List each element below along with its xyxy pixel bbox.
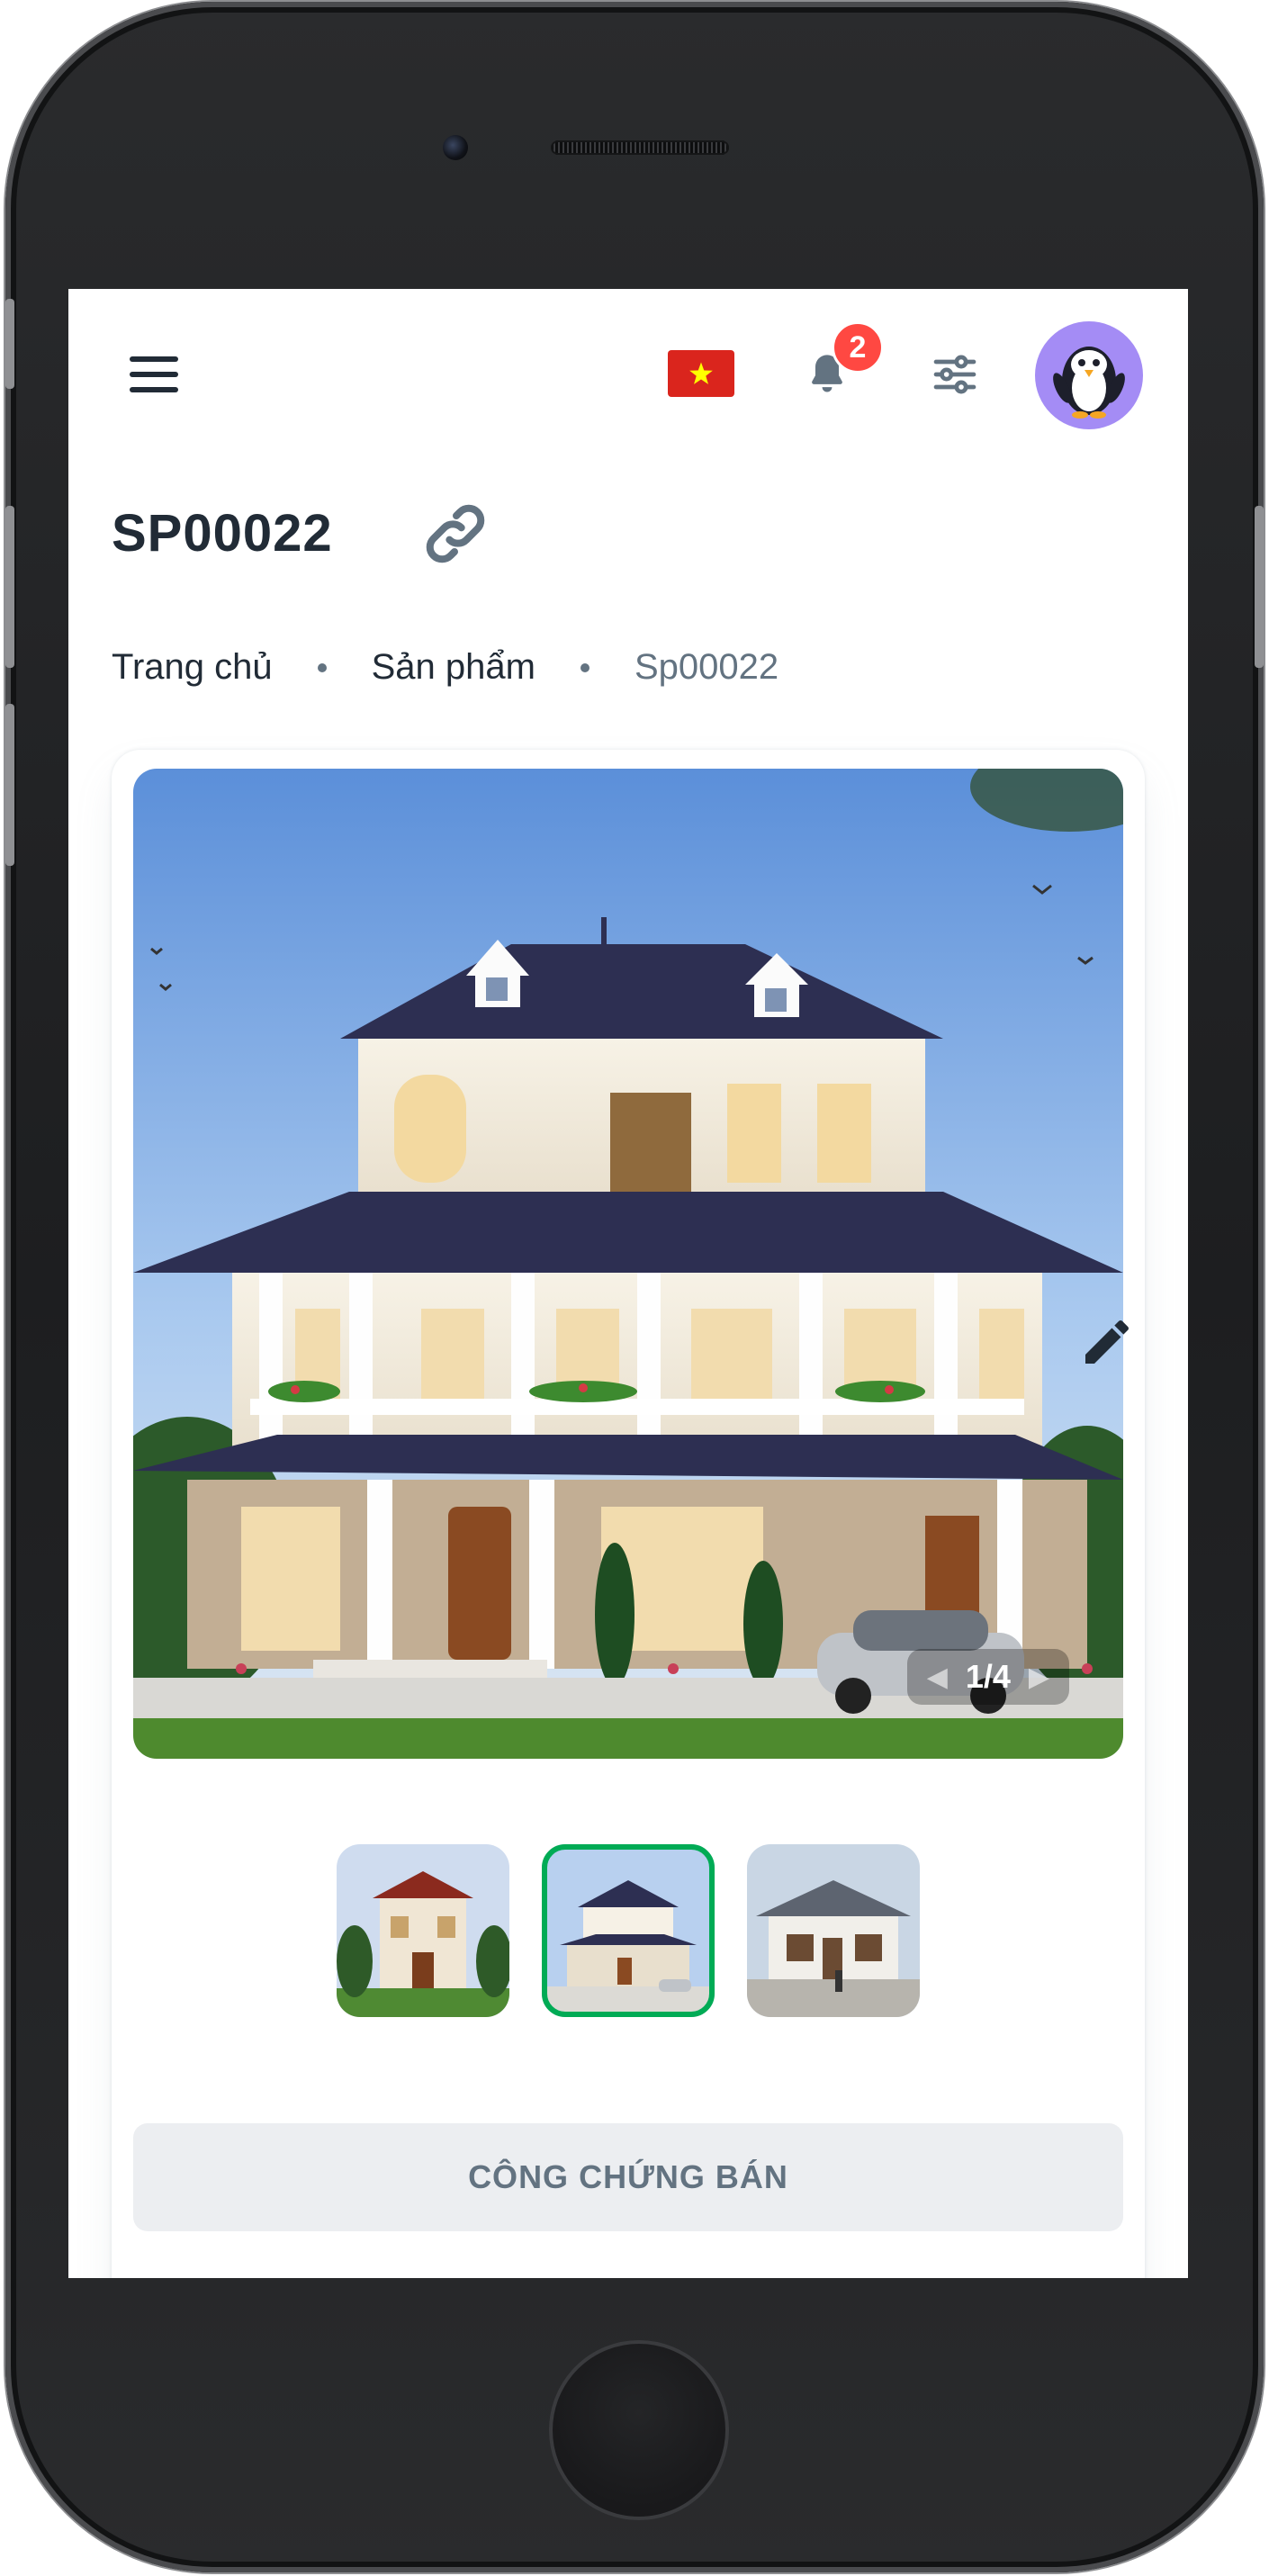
breadcrumb-separator xyxy=(580,662,590,672)
flag-star-icon xyxy=(689,362,713,384)
earpiece-speaker xyxy=(551,140,729,155)
app-screen: 2 SP00022 Trang chủ Sản phẩm Sp00022 ◀ 1… xyxy=(68,289,1188,2278)
menu-icon[interactable] xyxy=(122,343,185,406)
volume-up-button xyxy=(5,506,14,668)
sliders-icon[interactable] xyxy=(923,343,986,406)
product-main-image[interactable]: ◀ 1/4 ▶ xyxy=(133,769,1123,1759)
image-counter: ◀ 1/4 ▶ xyxy=(906,1649,1069,1705)
breadcrumb: Trang chủ Sản phẩm Sp00022 xyxy=(112,647,778,688)
power-button xyxy=(1255,506,1264,668)
thumbnail-villa-white-navy-roof[interactable] xyxy=(542,1844,715,2017)
link-icon[interactable] xyxy=(419,498,491,570)
thumbnail-strip xyxy=(337,1844,920,2017)
breadcrumb-current: Sp00022 xyxy=(634,647,779,687)
image-counter-text: 1/4 xyxy=(965,1658,1011,1695)
notarize-sale-button[interactable]: CÔNG CHỨNG BÁN xyxy=(133,2123,1123,2231)
penguin-avatar-icon xyxy=(1053,347,1125,419)
page-title: SP00022 xyxy=(112,504,333,563)
breadcrumb-home[interactable]: Trang chủ xyxy=(112,647,273,688)
thumbnail-villa-red-roof[interactable] xyxy=(337,1844,509,2017)
mute-switch xyxy=(5,299,14,389)
breadcrumb-products[interactable]: Sản phẩm xyxy=(372,647,536,688)
home-button[interactable] xyxy=(549,2340,729,2520)
vn-flag-icon[interactable] xyxy=(668,350,734,397)
volume-down-button xyxy=(5,704,14,866)
notification-badge: 2 xyxy=(832,321,884,374)
edit-pencil-icon[interactable] xyxy=(1078,1313,1136,1371)
breadcrumb-separator xyxy=(317,662,327,672)
villa-image xyxy=(133,769,1123,1759)
thumbnail-house-grey-roof[interactable] xyxy=(747,1844,920,2017)
next-image-icon[interactable]: ▶ xyxy=(1029,1662,1049,1693)
avatar[interactable] xyxy=(1035,321,1143,429)
prev-image-icon[interactable]: ◀ xyxy=(927,1662,948,1693)
top-bar: 2 xyxy=(68,289,1188,460)
front-camera xyxy=(443,135,468,160)
